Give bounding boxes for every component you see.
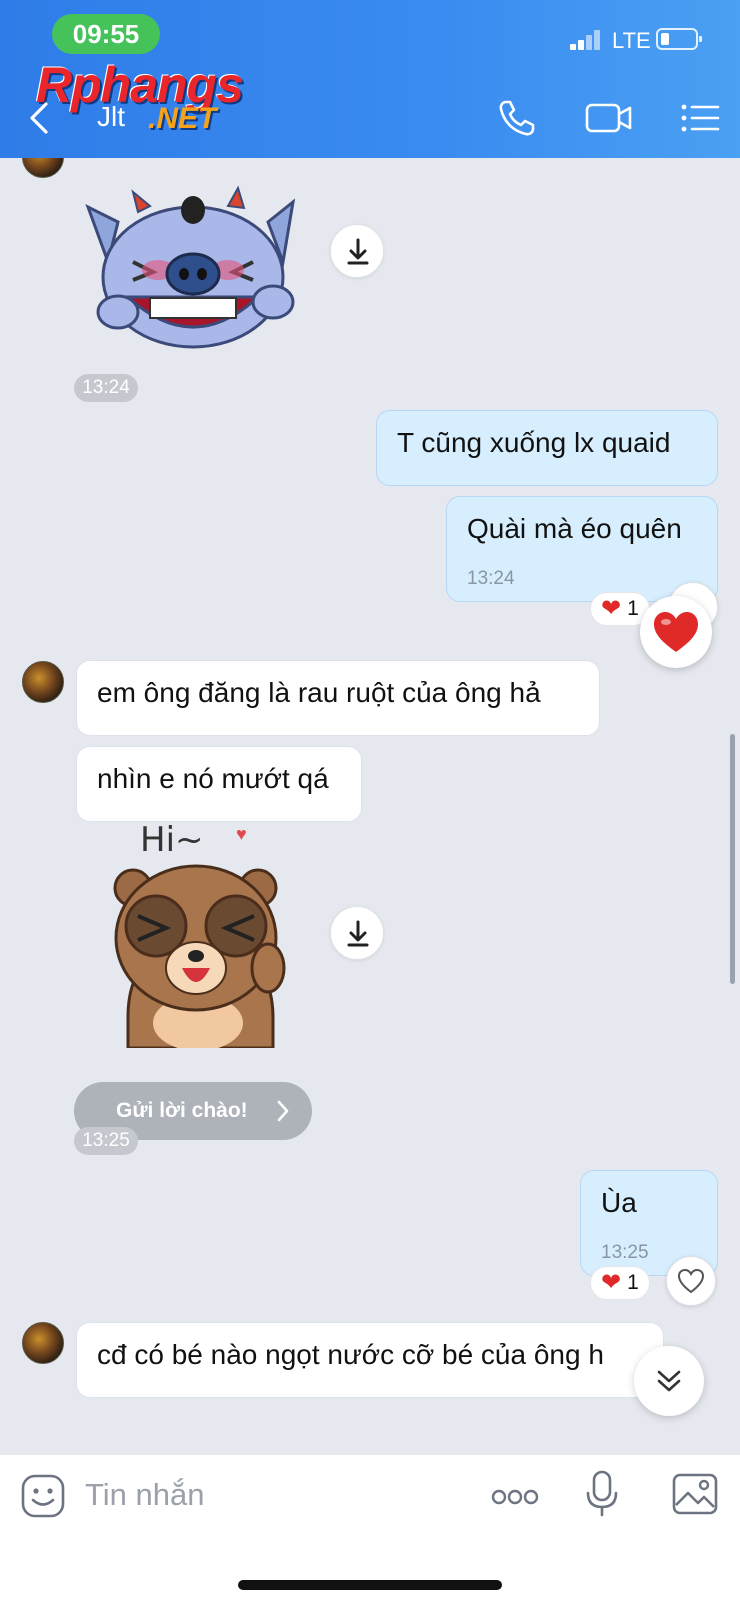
emoji-icon[interactable] — [20, 1473, 66, 1519]
heart-icon: ♥ — [236, 824, 247, 844]
sticker-bear[interactable] — [108, 858, 288, 1048]
download-sticker-button[interactable] — [330, 906, 384, 960]
message-time: 13:25 — [74, 1127, 138, 1155]
message-text: Quài mà éo quên — [467, 513, 682, 544]
message-text: T cũng xuống lx quaid — [397, 427, 671, 458]
avatar[interactable] — [22, 661, 64, 703]
video-camera-icon[interactable] — [584, 98, 634, 138]
reaction-count: 1 — [627, 597, 639, 620]
react-button[interactable] — [666, 1256, 716, 1306]
message-time: 13:24 — [467, 568, 515, 589]
download-sticker-button[interactable] — [330, 224, 384, 278]
incoming-message[interactable]: em ông đăng là rau ruột của ông hả — [76, 660, 600, 736]
heart-icon — [654, 612, 698, 652]
heart-reaction-icon[interactable] — [640, 596, 712, 668]
scrollbar[interactable] — [730, 734, 735, 984]
avatar[interactable] — [22, 1322, 64, 1364]
outgoing-message[interactable]: T cũng xuống lx quaid — [376, 410, 718, 486]
heart-outline-icon — [677, 1268, 705, 1294]
phone-icon[interactable] — [496, 98, 540, 138]
signal-icon — [570, 30, 602, 50]
chevron-right-icon — [277, 1100, 289, 1122]
battery-icon — [656, 28, 702, 50]
incoming-message[interactable]: cđ có bé nào ngọt nước cỡ bé của ông h — [76, 1322, 664, 1398]
image-icon[interactable] — [672, 1473, 718, 1515]
list-menu-icon[interactable] — [678, 98, 722, 138]
message-text: Ùa — [601, 1187, 637, 1218]
greeting-label: Gửi lời chào! — [116, 1099, 248, 1122]
chevron-left-icon[interactable] — [24, 100, 54, 136]
scroll-to-bottom-button[interactable] — [634, 1346, 704, 1416]
download-icon — [347, 920, 369, 947]
chat-header: 09:55 LTE Rphangs .NET Jlt — [0, 0, 740, 158]
microphone-icon[interactable] — [584, 1469, 620, 1519]
reaction-count: 1 — [627, 1271, 639, 1294]
message-text: em ông đăng là rau ruột của ông hả — [97, 677, 541, 708]
sticker-blue-pig[interactable] — [78, 182, 308, 352]
heart-icon: ❤ — [601, 1269, 622, 1296]
message-input[interactable]: Tin nhắn — [85, 1477, 205, 1513]
avatar[interactable] — [22, 158, 64, 178]
composer-bar: Tin nhắn — [0, 1454, 740, 1600]
heart-icon: ❤ — [601, 595, 622, 622]
home-indicator[interactable] — [238, 1580, 502, 1590]
message-time: 13:24 — [74, 374, 138, 402]
network-type: LTE — [612, 28, 651, 53]
download-icon — [347, 238, 369, 265]
sticker-caption: Hi~ — [140, 820, 204, 860]
reaction-badge[interactable]: ❤ 1 — [590, 1266, 650, 1300]
watermark-logo: Rphangs .NET — [36, 57, 244, 135]
message-text: cđ có bé nào ngọt nước cỡ bé của ông h — [97, 1339, 604, 1370]
message-list[interactable]: 13:24 T cũng xuống lx quaid Quài mà éo q… — [0, 158, 740, 1454]
double-chevron-down-icon — [657, 1370, 681, 1392]
message-time: 13:25 — [601, 1242, 649, 1263]
incoming-message[interactable]: nhìn e nó mướt qá — [76, 746, 362, 822]
more-icon[interactable] — [490, 1485, 540, 1509]
message-text: nhìn e nó mướt qá — [97, 763, 329, 794]
chat-title[interactable]: Jlt — [97, 101, 125, 133]
status-time: 09:55 — [52, 14, 160, 54]
